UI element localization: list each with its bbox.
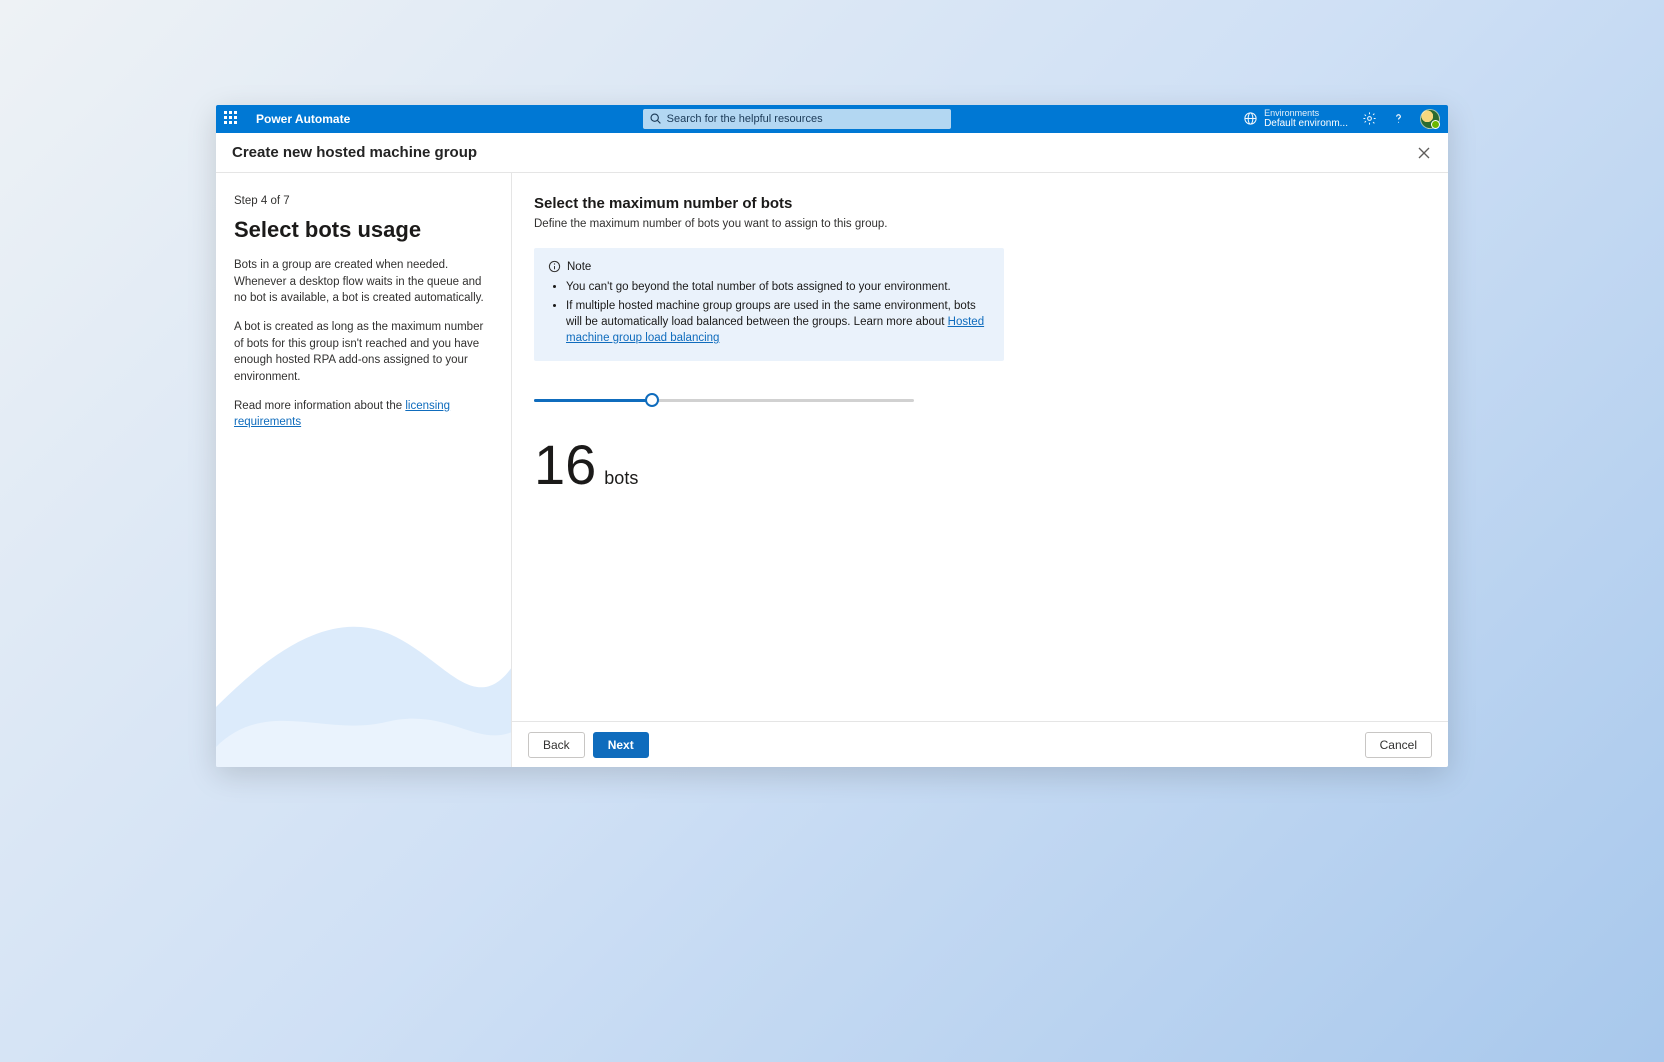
bots-number: 16 <box>534 437 596 493</box>
bots-slider[interactable] <box>534 391 914 411</box>
footer-bar: Back Next Cancel <box>512 721 1448 767</box>
cancel-button[interactable]: Cancel <box>1365 732 1432 758</box>
user-avatar[interactable] <box>1420 109 1440 129</box>
note-label: Note <box>567 261 591 273</box>
app-launcher-icon[interactable] <box>224 111 240 127</box>
back-button[interactable]: Back <box>528 732 585 758</box>
panel-title: Create new hosted machine group <box>232 144 477 161</box>
right-content: Select the maximum number of bots Define… <box>512 173 1448 721</box>
left-para-1: Bots in a group are created when needed.… <box>234 257 493 307</box>
info-icon <box>548 260 561 273</box>
left-para-3: Read more information about the licensin… <box>234 398 493 431</box>
environment-name: Default environm... <box>1264 118 1348 129</box>
note-list: You can't go beyond the total number of … <box>548 279 990 346</box>
left-para-2: A bot is created as long as the maximum … <box>234 319 493 386</box>
note-head: Note <box>548 260 990 273</box>
topbar: Power Automate Environments Default envi… <box>216 105 1448 133</box>
note-box: Note You can't go beyond the total numbe… <box>534 248 1004 361</box>
decorative-wave <box>216 547 512 767</box>
search-wrap <box>643 109 951 129</box>
settings-icon[interactable] <box>1362 111 1377 126</box>
note-item-2: If multiple hosted machine group groups … <box>566 298 990 346</box>
body-split: Step 4 of 7 Select bots usage Bots in a … <box>216 173 1448 767</box>
topbar-right: Environments Default environm... <box>1243 109 1440 130</box>
note-item-1: You can't go beyond the total number of … <box>566 279 990 295</box>
environment-icon <box>1243 111 1258 126</box>
close-icon[interactable] <box>1416 145 1432 161</box>
environment-label: Environments <box>1264 109 1348 119</box>
app-name: Power Automate <box>256 112 350 126</box>
help-icon[interactable] <box>1391 111 1406 126</box>
left-para-3-prefix: Read more information about the <box>234 400 405 412</box>
slider-thumb[interactable] <box>645 393 659 407</box>
bots-unit: bots <box>604 468 638 489</box>
step-heading: Select bots usage <box>234 217 493 243</box>
search-icon <box>649 112 662 125</box>
panel-title-row: Create new hosted machine group <box>216 133 1448 173</box>
section-desc: Define the maximum number of bots you wa… <box>534 218 1426 230</box>
section-title: Select the maximum number of bots <box>534 195 1426 212</box>
left-pane: Step 4 of 7 Select bots usage Bots in a … <box>216 173 512 767</box>
step-label: Step 4 of 7 <box>234 195 493 207</box>
right-pane: Select the maximum number of bots Define… <box>512 173 1448 767</box>
environment-picker[interactable]: Environments Default environm... <box>1243 109 1348 130</box>
bots-display: 16 bots <box>534 437 1426 493</box>
next-button[interactable]: Next <box>593 732 649 758</box>
search-input[interactable] <box>643 109 951 129</box>
note-item-2-text: If multiple hosted machine group groups … <box>566 300 976 328</box>
app-window: Power Automate Environments Default envi… <box>216 105 1448 767</box>
slider-fill <box>534 399 652 402</box>
